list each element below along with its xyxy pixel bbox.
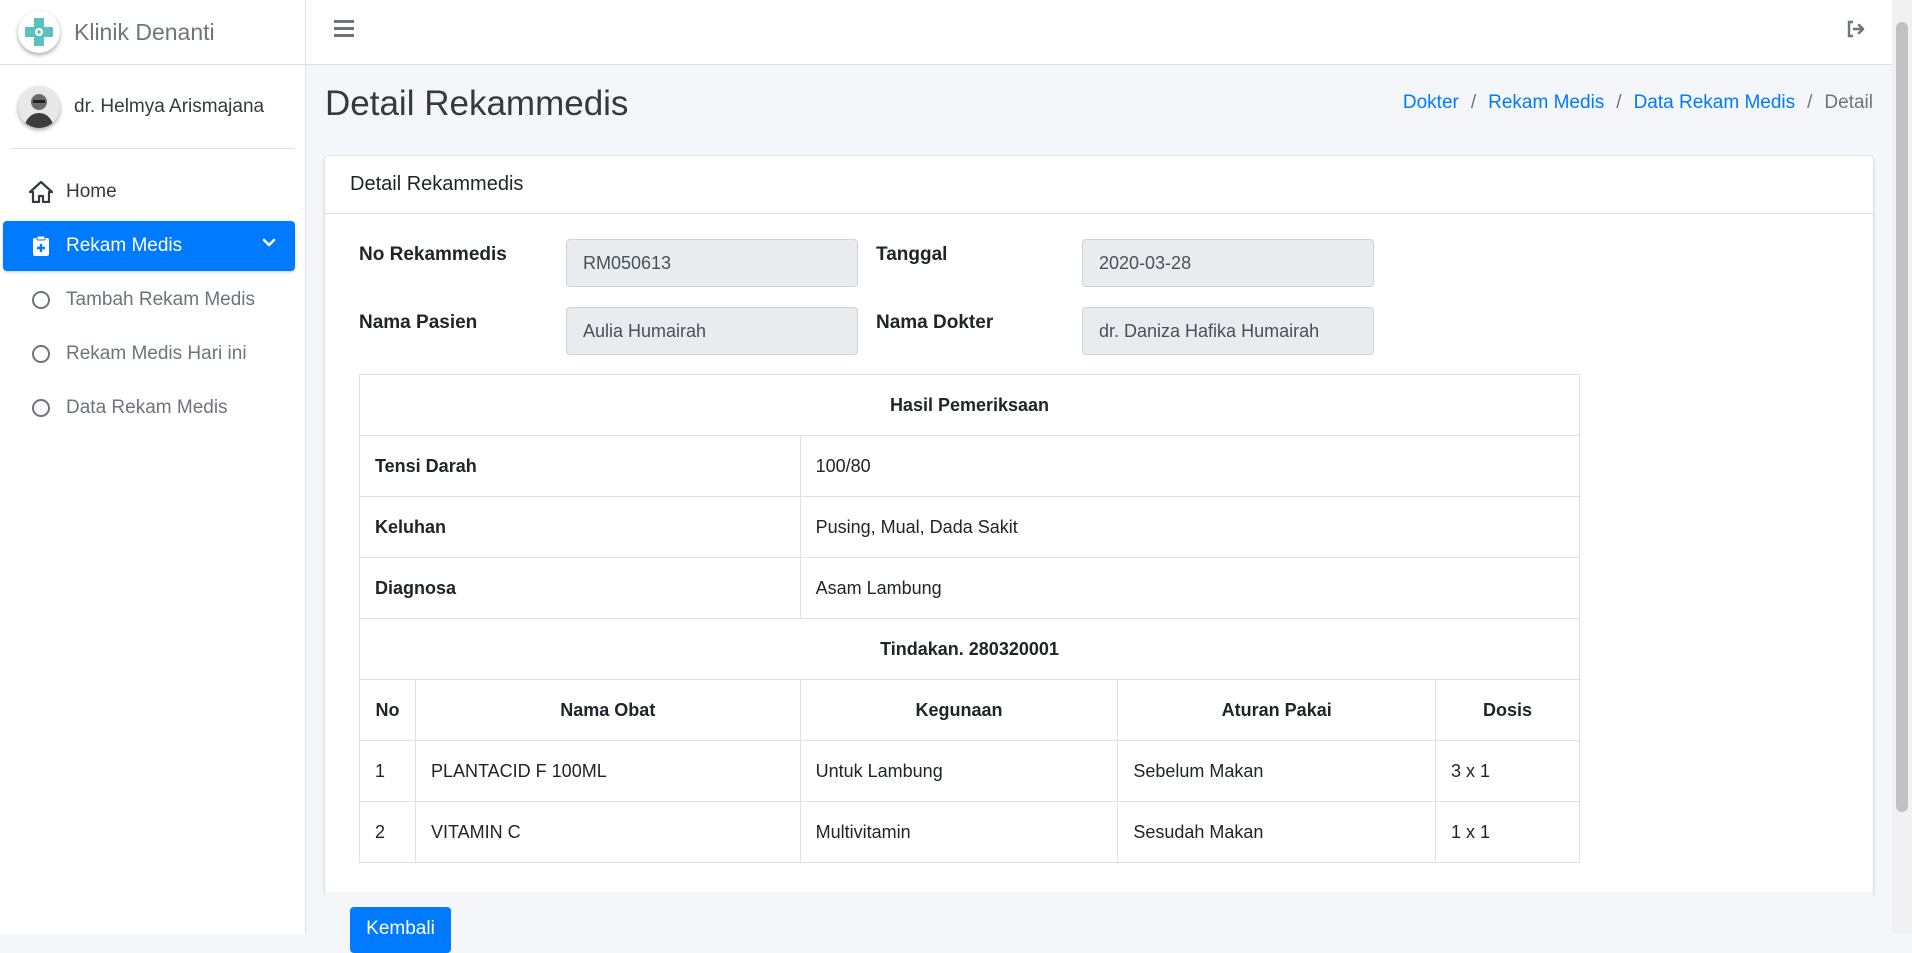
cell-nama-obat: VITAMIN C	[414, 801, 801, 863]
hasil-pemeriksaan-table: Hasil Pemeriksaan Tensi Darah 100/80 Kel…	[359, 374, 1581, 863]
sidebar-item-tambah-rekam-medis[interactable]: Tambah Rekam Medis	[3, 275, 295, 325]
page-title: Detail Rekammedis	[325, 84, 629, 123]
column-header-dosis: Dosis	[1435, 679, 1580, 741]
nama-pasien-label: Nama Pasien	[359, 312, 478, 333]
sidebar-item-label: Home	[66, 181, 117, 202]
circle-icon	[32, 291, 50, 309]
top-navbar	[306, 0, 1892, 65]
clipboard-medical-icon	[28, 234, 54, 258]
table-row: 1 PLANTACID F 100ML Untuk Lambung Sebelu…	[359, 740, 1580, 802]
keluhan-label: Keluhan	[359, 496, 801, 558]
tanggal-label: Tanggal	[876, 244, 948, 265]
table-row: Tensi Darah 100/80	[359, 435, 1581, 497]
sidebar-item-label: Rekam Medis	[66, 235, 183, 256]
cell-no: 1	[359, 740, 416, 802]
cell-aturan-pakai: Sebelum Makan	[1117, 740, 1437, 802]
brand-text: Klinik Denanti	[74, 18, 215, 45]
breadcrumb-rekam-medis[interactable]: Rekam Medis	[1488, 92, 1604, 114]
sidebar-item-data-rekam-medis[interactable]: Data Rekam Medis	[3, 383, 295, 433]
chevron-down-icon	[261, 235, 277, 257]
cell-aturan-pakai: Sesudah Makan	[1117, 801, 1437, 863]
menu-toggle-icon[interactable]	[334, 20, 354, 41]
breadcrumb-data-rekam-medis[interactable]: Data Rekam Medis	[1634, 92, 1796, 114]
breadcrumb: Dokter / Rekam Medis / Data Rekam Medis …	[1402, 92, 1873, 114]
table-row: Tindakan. 280320001	[359, 618, 1580, 680]
cell-kegunaan: Multivitamin	[799, 801, 1119, 863]
no-rekammedis-field: RM050613	[566, 239, 858, 287]
table-row: Keluhan Pusing, Mual, Dada Sakit	[359, 496, 1581, 558]
table-row: Diagnosa Asam Lambung	[359, 557, 1581, 619]
nama-dokter-label: Nama Dokter	[876, 312, 994, 333]
cell-kegunaan: Untuk Lambung	[799, 740, 1119, 802]
circle-icon	[32, 345, 50, 363]
column-header-no: No	[359, 679, 416, 741]
cell-no: 2	[359, 801, 416, 863]
sidebar-item-label: Data Rekam Medis	[66, 397, 228, 418]
cell-nama-obat: PLANTACID F 100ML	[414, 740, 801, 802]
user-panel[interactable]: dr. Helmya Arismajana	[10, 65, 295, 149]
kembali-button[interactable]: Kembali	[350, 907, 451, 953]
sidebar: Klinik Denanti dr. Helmya Arismajana Hom…	[0, 0, 306, 934]
avatar	[18, 85, 60, 128]
sidebar-item-home[interactable]: Home	[3, 167, 295, 217]
user-name: dr. Helmya Arismajana	[74, 95, 265, 117]
breadcrumb-detail: Detail	[1824, 92, 1873, 113]
logout-icon[interactable]	[1846, 20, 1866, 43]
diagnosa-value: Asam Lambung	[799, 557, 1581, 619]
keluhan-value: Pusing, Mual, Dada Sakit	[799, 496, 1581, 558]
hasil-title: Hasil Pemeriksaan	[359, 374, 1580, 436]
sidebar-item-label: Rekam Medis Hari ini	[66, 343, 247, 364]
diagnosa-label: Diagnosa	[359, 557, 801, 619]
tensi-darah-label: Tensi Darah	[359, 435, 801, 497]
sidebar-item-rekam-medis-hari-ini[interactable]: Rekam Medis Hari ini	[3, 329, 295, 379]
table-row: Hasil Pemeriksaan	[359, 374, 1580, 436]
tanggal-field: 2020-03-28	[1082, 239, 1374, 287]
tindakan-title: Tindakan. 280320001	[359, 618, 1580, 680]
page-scrollbar[interactable]	[1892, 0, 1912, 934]
sidebar-nav: Home Rekam Medis Tambah Rekam Medis Reka…	[0, 149, 305, 433]
scrollbar-thumb[interactable]	[1896, 22, 1908, 812]
nama-pasien-field: Aulia Humairah	[566, 307, 858, 355]
detail-card: Detail Rekammedis No Rekammedis RM050613…	[325, 156, 1873, 922]
brand-link[interactable]: Klinik Denanti	[0, 0, 305, 65]
cell-dosis: 3 x 1	[1435, 740, 1580, 802]
no-rekammedis-label: No Rekammedis	[359, 244, 507, 265]
column-header-kegunaan: Kegunaan	[799, 679, 1119, 741]
circle-icon	[32, 399, 50, 417]
tensi-darah-value: 100/80	[799, 435, 1581, 497]
card-footer	[325, 892, 1873, 922]
clinic-logo-icon	[18, 11, 60, 53]
home-icon	[28, 180, 54, 204]
column-header-aturan-pakai: Aturan Pakai	[1117, 679, 1437, 741]
sidebar-item-label: Tambah Rekam Medis	[66, 289, 256, 310]
table-row: 2 VITAMIN C Multivitamin Sesudah Makan 1…	[359, 801, 1580, 863]
card-header: Detail Rekammedis	[325, 156, 1873, 214]
column-header-nama-obat: Nama Obat	[414, 679, 801, 741]
cell-dosis: 1 x 1	[1435, 801, 1580, 863]
breadcrumb-dokter[interactable]: Dokter	[1403, 92, 1459, 114]
sidebar-item-rekam-medis[interactable]: Rekam Medis	[3, 221, 295, 271]
nama-dokter-field: dr. Daniza Hafika Humairah	[1082, 307, 1374, 355]
table-header-row: No Nama Obat Kegunaan Aturan Pakai Dosis	[359, 679, 1580, 741]
